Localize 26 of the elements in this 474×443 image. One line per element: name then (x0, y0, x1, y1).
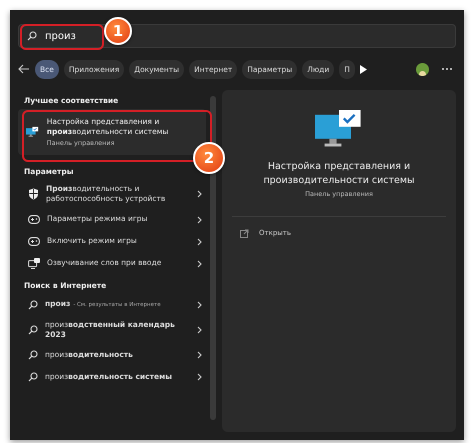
speech-icon (28, 258, 40, 269)
shield-icon (28, 188, 39, 200)
open-external-icon (240, 228, 249, 238)
search-icon (28, 300, 38, 310)
chevron-icon (197, 260, 202, 268)
gamepad-icon (28, 237, 40, 246)
play-icon[interactable] (360, 64, 367, 74)
monitor-check-icon (315, 110, 363, 148)
preview-title: Настройка представления и производительности системы (262, 160, 416, 187)
step-badge: 1 (104, 17, 132, 45)
avatar[interactable] (416, 62, 429, 76)
chevron-icon (197, 300, 202, 308)
chevron-icon (197, 326, 202, 334)
search-icon (27, 31, 37, 41)
step-badge: 2 (193, 142, 225, 174)
chevron-icon (197, 350, 202, 359)
search-query: произ (45, 30, 76, 42)
search-icon (28, 372, 38, 382)
chevron-icon (197, 372, 202, 381)
chevron-icon (197, 216, 202, 224)
search-icon (28, 350, 38, 360)
back-arrow-icon[interactable] (18, 64, 30, 74)
chevron-icon (197, 190, 202, 198)
chevron-icon (197, 238, 202, 246)
search-icon (28, 324, 38, 335)
gamepad-icon (28, 215, 40, 224)
